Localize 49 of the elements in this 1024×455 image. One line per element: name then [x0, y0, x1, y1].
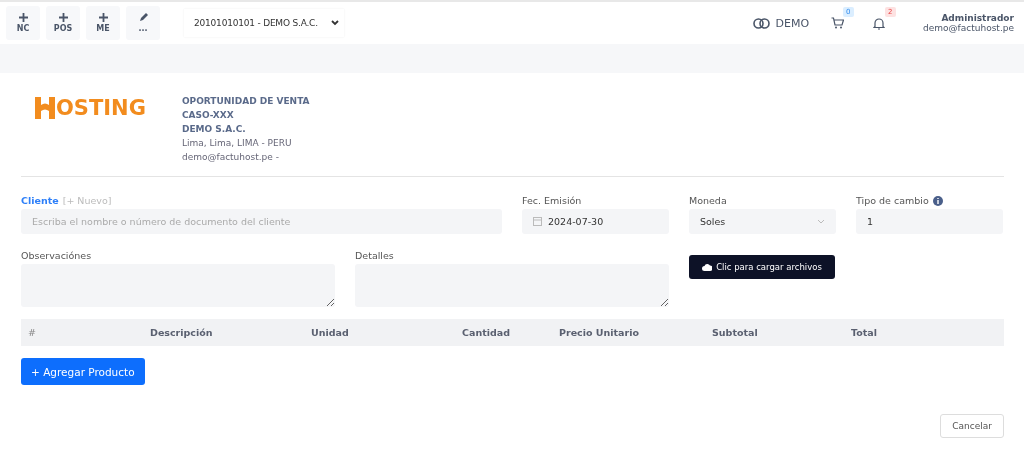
shortcut-button[interactable]: ME [86, 6, 120, 40]
pencil-icon [138, 13, 148, 22]
client-search-field[interactable]: Escriba el nombre o número de documento del cliente [21, 209, 502, 234]
column-header: # [27, 327, 37, 338]
add-product-button[interactable]: + Agregar Producto [21, 358, 145, 385]
field-label: Moneda [689, 195, 728, 206]
calendar-icon [533, 217, 542, 226]
logo-icon [35, 97, 55, 119]
notes-field[interactable] [21, 264, 335, 307]
plus-icon [18, 13, 28, 22]
info-icon [932, 195, 943, 206]
logo-text: OSTING [56, 97, 146, 119]
details-field[interactable] [355, 264, 669, 307]
cloud-icon [702, 263, 713, 271]
field-label: Fec. Emisión [522, 195, 583, 206]
company-select[interactable]: 20101010101 - DEMO S.A.C. [184, 9, 344, 37]
field-label: Cliente [21, 195, 59, 206]
chevron-down-icon [331, 20, 339, 26]
bell-icon [873, 16, 886, 30]
company-info-line: demo@factuhost.pe - [181, 151, 280, 164]
column-header: Total [851, 327, 878, 338]
user-email: demo@factuhost.pe [923, 23, 1014, 33]
field-label: Observaciónes [21, 250, 93, 261]
field-label: Detalles [355, 250, 395, 261]
column-header: Descripción [150, 327, 214, 338]
exchange-rate-field[interactable]: 1 [856, 209, 1003, 234]
column-header: Precio Unitario [559, 327, 640, 338]
cancel-button[interactable]: Cancelar [940, 414, 1004, 438]
upload-button[interactable]: Clic para cargar archivos [689, 255, 835, 279]
column-header: Unidad [311, 327, 350, 338]
plus-icon [98, 13, 108, 22]
shortcut-button[interactable]: POS [46, 6, 80, 40]
field-label: Tipo de cambio [856, 195, 929, 206]
company-info-line: DEMO S.A.C. [181, 123, 247, 136]
company-info-line: CASO-XXX [181, 109, 235, 122]
chevron-down-icon [817, 219, 825, 224]
company-info-line: OPORTUNIDAD DE VENTA [181, 95, 310, 108]
shortcut-button[interactable]: NC [6, 6, 40, 40]
column-header: Cantidad [462, 327, 511, 338]
date-field[interactable]: 2024-07-30 [522, 209, 669, 234]
column-header: Subtotal [712, 327, 759, 338]
currency-select[interactable]: Soles [689, 209, 836, 234]
demo-mode-toggle[interactable]: DEMO [753, 16, 810, 30]
user-name: Administrador [940, 13, 1014, 23]
cart-icon [831, 17, 845, 29]
toggle-icon [753, 17, 771, 29]
plus-icon [58, 13, 68, 22]
shortcut-button[interactable]: ... [126, 6, 160, 40]
company-info-line: Lima, Lima, LIMA - PERU [181, 137, 293, 150]
